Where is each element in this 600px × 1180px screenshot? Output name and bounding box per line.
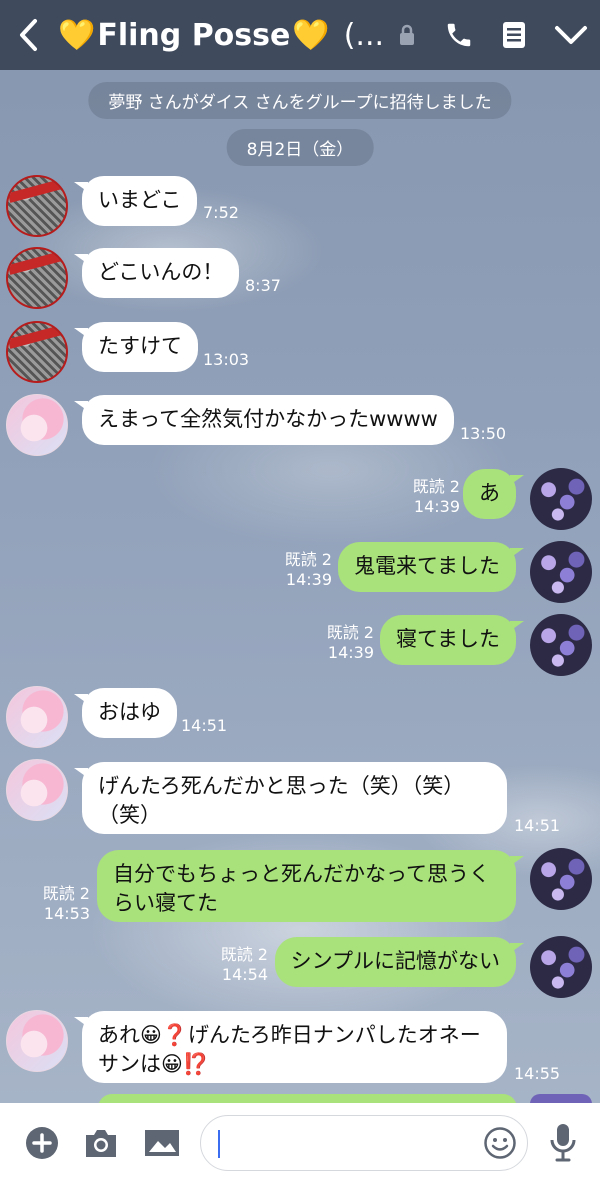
text-caret [218, 1130, 220, 1158]
message-meta: 既読 2 14:39 [413, 477, 460, 517]
chat-background [0, 0, 600, 1180]
chevron-down-icon[interactable] [554, 24, 588, 46]
avatar[interactable] [6, 686, 68, 748]
avatar[interactable] [6, 394, 68, 456]
message-bubble[interactable]: 自分でもちょっと死んだかなって思うく らい寝てた [97, 850, 524, 922]
message-bubble[interactable]: げんたろ死んだかと思った（笑）（笑） （笑） [74, 762, 507, 834]
system-notice: 夢野 さんがダイス さんをグループに招待しました [88, 82, 512, 119]
message-line: あれ😀❓げんたろ昨日ナンパしたオネー [98, 1023, 481, 1047]
plus-icon[interactable] [24, 1125, 60, 1161]
message-bubble[interactable]: 寝てました [380, 615, 524, 665]
avatar[interactable] [530, 848, 592, 910]
message-time: 8:37 [245, 276, 281, 295]
message-bubble[interactable]: あ [463, 469, 524, 519]
message-bubble[interactable]: シンプルに記憶がない [274, 937, 525, 987]
message-time: 14:51 [514, 816, 561, 835]
avatar[interactable] [530, 936, 592, 998]
message-time: 14:39 [327, 643, 374, 662]
date-divider: 8月2日（金） [226, 129, 374, 166]
message-time: 14:55 [514, 1064, 561, 1083]
message-time: 14:39 [413, 497, 460, 516]
avatar[interactable] [6, 1010, 68, 1072]
message-line: サンは😀⁉️ [98, 1052, 210, 1076]
read-receipt: 既読 2 [412, 477, 460, 496]
lock-icon [398, 24, 416, 46]
heart-icon: 💛 [292, 17, 330, 53]
message-time: 14:53 [43, 904, 90, 923]
phone-icon[interactable] [444, 20, 474, 50]
avatar[interactable] [6, 175, 68, 237]
message-line: 自分でもちょっと死んだかなって思うく [113, 862, 490, 886]
message-input[interactable] [200, 1115, 528, 1171]
message-time: 13:50 [460, 424, 507, 443]
chevron-left-icon [20, 19, 37, 51]
message-line: らい寝てた [113, 891, 218, 915]
microphone-icon[interactable] [546, 1121, 580, 1165]
chat-title[interactable]: 💛 Fling Posse 💛 (... [56, 18, 384, 53]
message-meta: 既読 2 14:39 [285, 550, 332, 590]
message-meta: 既読 2 14:54 [221, 945, 268, 985]
message-bubble[interactable]: あれ😀❓げんたろ昨日ナンパしたオネー サンは😀⁉️ [74, 1011, 507, 1083]
message-meta: 既読 2 14:39 [327, 623, 374, 663]
message-bubble[interactable]: どこいんの！ [73, 248, 240, 298]
avatar[interactable] [530, 468, 592, 530]
camera-icon[interactable] [82, 1125, 120, 1161]
message-time: 13:03 [203, 350, 250, 369]
message-bubble[interactable]: えまって全然気付かなかったwwww [74, 395, 454, 445]
read-receipt: 既読 2 [42, 884, 90, 903]
message-meta: 既読 2 14:53 [43, 884, 90, 924]
read-receipt: 既読 2 [220, 945, 268, 964]
message-bubble[interactable]: 鬼電来てました [338, 542, 524, 592]
message-bubble[interactable]: たすけて [74, 322, 198, 372]
avatar[interactable] [530, 614, 592, 676]
message-time: 14:51 [181, 716, 228, 735]
avatar[interactable] [6, 247, 68, 309]
back-button[interactable] [0, 0, 56, 70]
avatar[interactable] [530, 541, 592, 603]
message-time: 7:52 [203, 203, 239, 222]
message-time: 14:54 [221, 965, 268, 984]
avatar[interactable] [6, 321, 68, 383]
heart-icon: 💛 [58, 17, 96, 53]
chat-header: 💛 Fling Posse 💛 (... [0, 0, 600, 70]
message-input-bar [0, 1103, 600, 1180]
avatar[interactable] [6, 759, 68, 821]
chat-title-suffix: (... [343, 17, 385, 53]
emoji-icon[interactable] [483, 1126, 517, 1164]
message-bubble[interactable]: いまどこ [73, 176, 198, 226]
message-line: （笑） [98, 803, 161, 827]
chat-title-text: Fling Posse [97, 17, 291, 53]
image-icon[interactable] [142, 1125, 182, 1161]
message-bubble[interactable]: おはゆ [74, 688, 177, 738]
message-line: げんたろ死んだかと思った（笑）（笑） [98, 774, 465, 798]
read-receipt: 既読 2 [326, 623, 374, 642]
read-receipt: 既読 2 [284, 550, 332, 569]
notes-icon[interactable] [502, 21, 526, 49]
message-time: 14:39 [285, 570, 332, 589]
